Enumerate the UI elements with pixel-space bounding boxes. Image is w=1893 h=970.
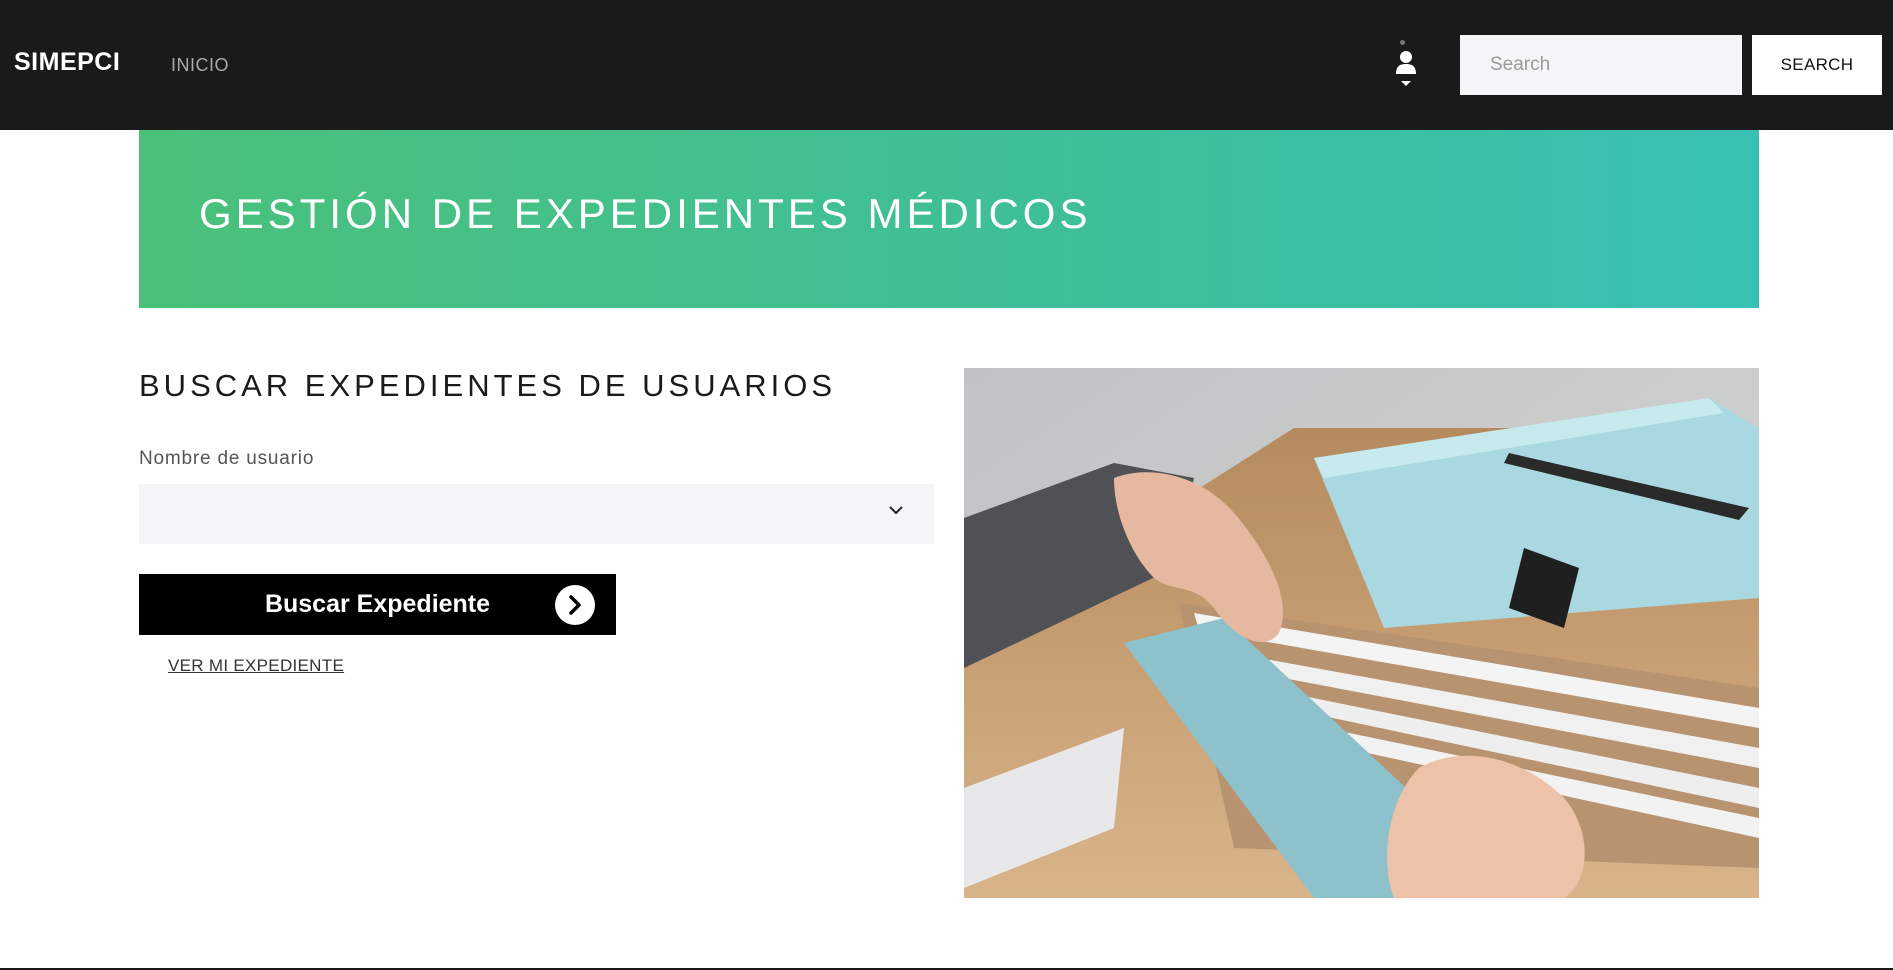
nav-link-inicio[interactable]: INICIO: [171, 55, 229, 76]
view-my-record-link[interactable]: VER MI EXPEDIENTE: [168, 656, 344, 676]
search-record-button[interactable]: Buscar Expediente: [139, 574, 616, 635]
section-title: BUSCAR EXPEDIENTES DE USUARIOS: [139, 368, 837, 403]
search-record-button-label: Buscar Expediente: [264, 590, 491, 618]
username-label: Nombre de usuario: [139, 448, 315, 469]
user-icon: [1396, 51, 1416, 86]
search-input[interactable]: [1460, 35, 1742, 95]
chevron-down-icon: [889, 506, 903, 515]
search-button[interactable]: SEARCH: [1752, 35, 1882, 95]
username-select[interactable]: [139, 484, 934, 544]
page-title: GESTIÓN DE EXPEDIENTES MÉDICOS: [199, 190, 1092, 237]
brand-logo[interactable]: SIMEPCI: [14, 48, 120, 77]
user-menu-toggle[interactable]: [1388, 36, 1424, 92]
files-photo: [964, 368, 1759, 898]
chevron-right-icon: [555, 585, 595, 625]
top-navbar: SIMEPCI INICIO SEARCH: [0, 0, 1893, 130]
hero-banner: GESTIÓN DE EXPEDIENTES MÉDICOS: [139, 130, 1759, 308]
caret-down-icon: [1401, 81, 1411, 86]
